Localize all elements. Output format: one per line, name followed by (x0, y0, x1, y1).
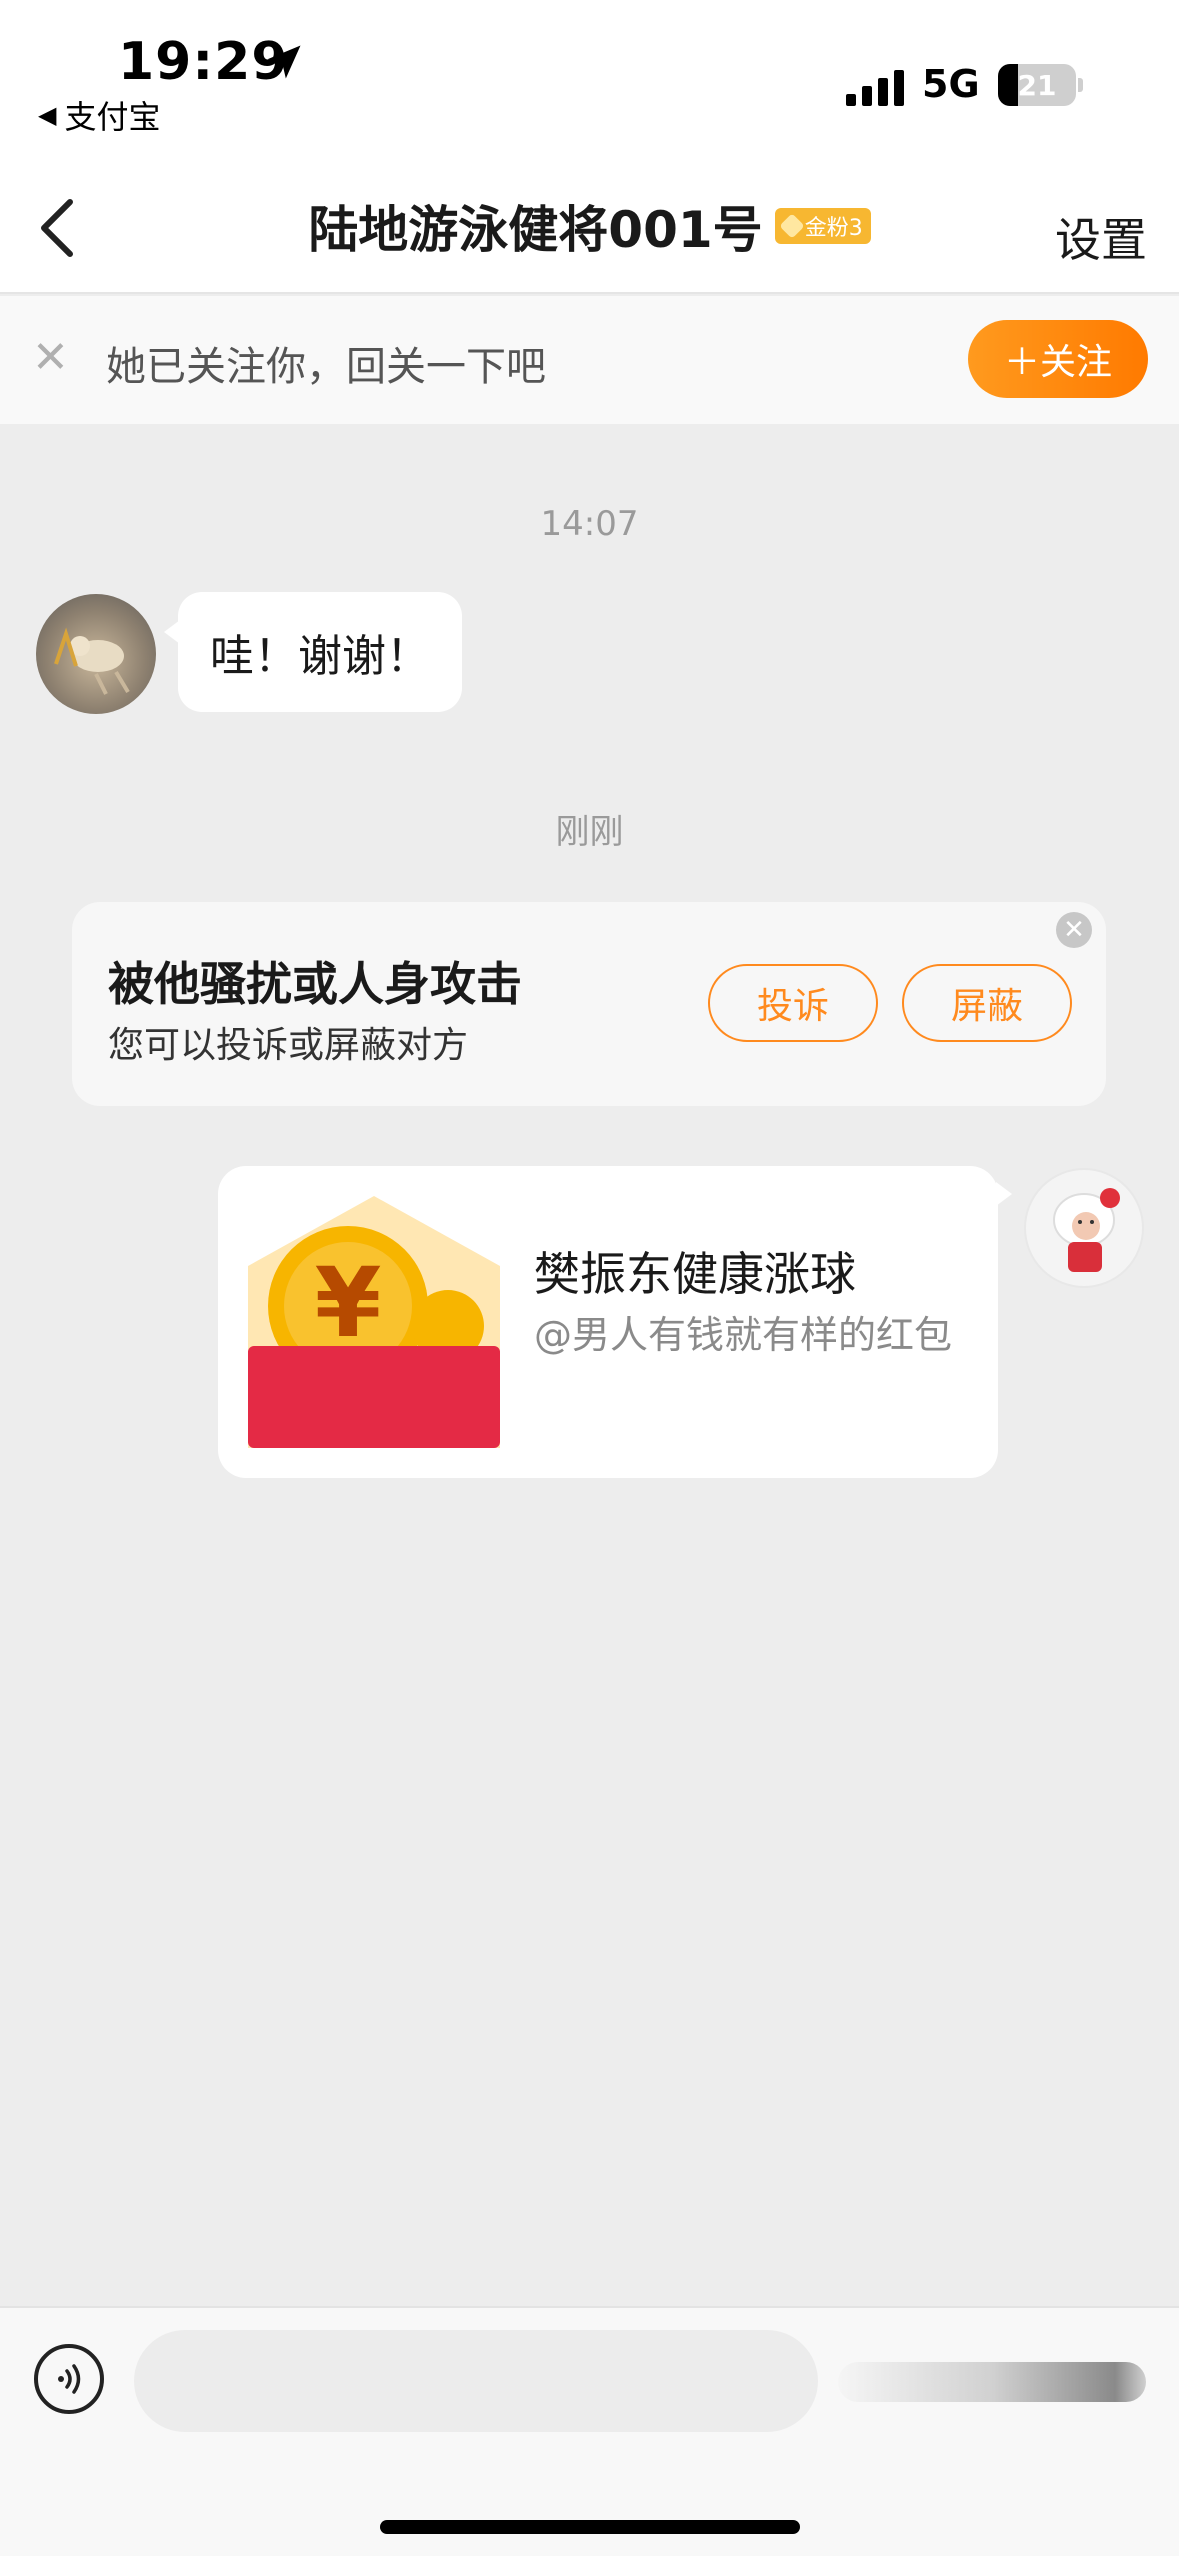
red-packet-subtitle: @男人有钱就有样的红包 (534, 1313, 953, 1357)
received-message-bubble[interactable]: 哇！谢谢！ (164, 592, 462, 712)
fan-badge-label: 金粉3 (804, 216, 863, 241)
svg-text:¥: ¥ (315, 1247, 382, 1359)
page-title: 陆地游泳健将001号 (308, 201, 763, 259)
close-icon[interactable]: ✕ (1056, 912, 1092, 948)
battery-tip (1078, 78, 1083, 92)
battery-level: 21 (1017, 68, 1057, 102)
input-tools-area[interactable] (838, 2362, 1146, 2402)
back-app-label: 支付宝 (64, 98, 161, 136)
message-timestamp: 刚刚 (555, 812, 624, 852)
warning-subtitle: 您可以投诉或屏蔽对方 (108, 1025, 469, 1066)
close-icon[interactable]: ✕ (32, 336, 69, 380)
complain-button[interactable]: 投诉 (708, 964, 878, 1042)
chat-page: 19:29 ◀ 支付宝 5G 21 陆地游泳健将001号 金粉3 设置 ✕ 她已… (0, 0, 1179, 2556)
red-packet-title: 樊振东健康涨球 (534, 1247, 856, 1301)
my-avatar-image (1053, 1188, 1120, 1272)
message-input[interactable] (134, 2330, 818, 2432)
fan-level-badge: 金粉3 (774, 208, 871, 244)
follow-button[interactable]: ＋关注 (968, 320, 1148, 398)
follow-banner: ✕ 她已关注你，回关一下吧 ＋关注 (0, 296, 1179, 424)
red-packet-icon: ¥ (248, 1196, 500, 1448)
back-triangle-icon: ◀ (38, 101, 57, 129)
battery-icon: 21 (998, 64, 1076, 106)
back-to-app-link[interactable]: ◀ 支付宝 (38, 92, 160, 138)
message-timestamp: 14:07 (540, 504, 639, 544)
contact-avatar[interactable] (36, 594, 156, 714)
nav-bar: 陆地游泳健将001号 金粉3 设置 (0, 160, 1179, 294)
block-button[interactable]: 屏蔽 (902, 964, 1072, 1042)
network-type: 5G (922, 62, 980, 106)
warning-title: 被他骚扰或人身攻击 (108, 957, 522, 1011)
nav-title-group: 陆地游泳健将001号 金粉3 (0, 190, 1179, 262)
harassment-warning-card: 被他骚扰或人身攻击 您可以投诉或屏蔽对方 投诉 屏蔽 ✕ (72, 902, 1106, 1106)
gem-icon (778, 213, 805, 239)
settings-button[interactable]: 设置 (1055, 204, 1147, 270)
red-packet-card[interactable]: ¥ 樊振东健康涨球 @男人有钱就有样的红包 (218, 1166, 1012, 1478)
status-bar: 19:29 ◀ 支付宝 5G 21 (0, 0, 1179, 160)
location-arrow-icon (267, 45, 301, 79)
signal-icon (846, 66, 906, 106)
follow-prompt-text: 她已关注你，回关一下吧 (106, 344, 546, 390)
home-indicator[interactable] (380, 2520, 800, 2534)
contact-avatar-image (54, 627, 130, 695)
my-avatar[interactable] (1024, 1168, 1144, 1288)
voice-icon[interactable] (34, 2344, 104, 2414)
input-bar (0, 2306, 1179, 2556)
